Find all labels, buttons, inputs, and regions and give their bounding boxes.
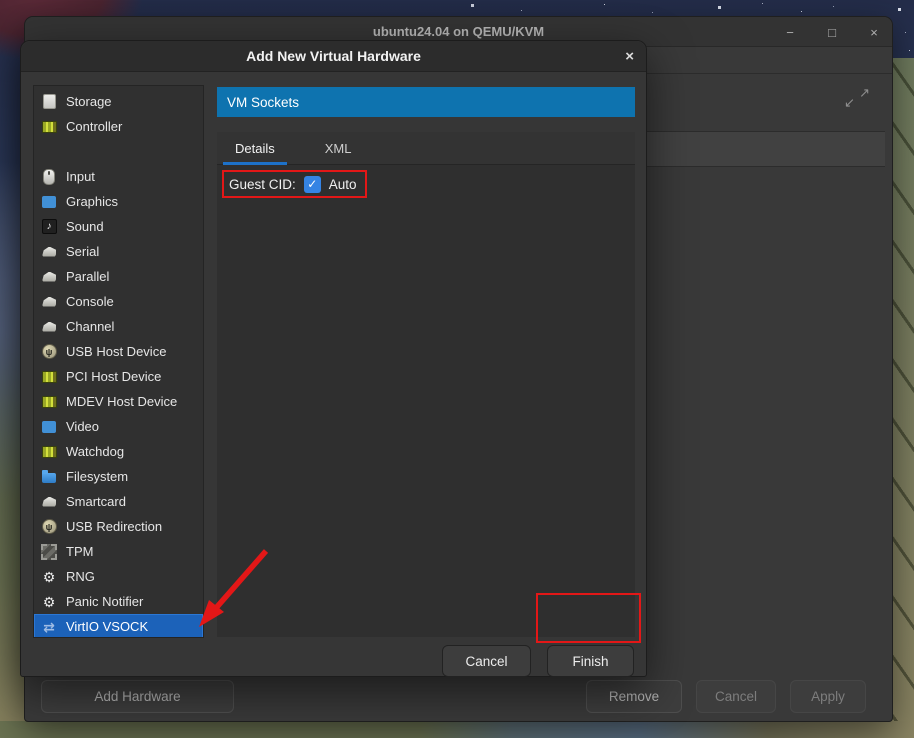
sidebar-item-rng[interactable]: RNG (34, 564, 203, 589)
details-notebook: Details XML Guest CID: ✓ Auto (217, 132, 635, 637)
sound-icon (41, 219, 57, 235)
sidebar-item-input[interactable]: Input (34, 164, 203, 189)
sidebar-item-storage[interactable]: Storage (34, 89, 203, 114)
hardware-type-list: Storage Controller Input (33, 85, 204, 638)
blank-icon (41, 144, 57, 160)
desktop: ubuntu24.04 on QEMU/KVM − □ × ↗ ↙ Add Ha… (0, 0, 914, 738)
sidebar-item-pci-host-device[interactable]: PCI Host Device (34, 364, 203, 389)
annotation-box-guest-cid: Guest CID: ✓ Auto (222, 170, 367, 198)
sidebar-item-virtio-vsock[interactable]: VirtIO VSOCK (34, 614, 203, 638)
printer-icon (41, 319, 57, 335)
sidebar-item-serial[interactable]: Serial (34, 239, 203, 264)
sidebar-item-usb-redirection[interactable]: USB Redirection (34, 514, 203, 539)
arrows-icon (41, 619, 57, 635)
pci-card-icon (41, 394, 57, 410)
sidebar-item-smartcard[interactable]: Smartcard (34, 489, 203, 514)
sidebar-item-graphics[interactable]: Graphics (34, 189, 203, 214)
pci-card-icon (41, 369, 57, 385)
chip-icon (41, 544, 57, 560)
close-icon[interactable]: × (866, 26, 882, 39)
gear-icon (41, 594, 57, 610)
wallpaper-bottom-strip (0, 721, 914, 738)
footer-button-remove[interactable]: Remove (586, 680, 682, 713)
pci-card-icon (41, 119, 57, 135)
sidebar-item-controller[interactable]: Controller (34, 114, 203, 139)
footer-button-add-hardware[interactable]: Add Hardware (41, 680, 234, 713)
monitor-icon (41, 194, 57, 210)
wallpaper-stars (0, 0, 1, 1)
sidebar-item-mdev-host-device[interactable]: MDEV Host Device (34, 389, 203, 414)
sidebar-item-watchdog[interactable]: Watchdog (34, 439, 203, 464)
minimize-icon[interactable]: − (782, 26, 798, 39)
panel-header: VM Sockets (217, 87, 635, 117)
add-hardware-dialog: Add New Virtual Hardware × Storage Contr… (20, 40, 647, 677)
usb-icon (41, 344, 57, 360)
usb-icon (41, 519, 57, 535)
tab-xml[interactable]: XML (319, 132, 358, 165)
gear-icon (41, 569, 57, 585)
tab-bar: Details XML (217, 132, 635, 165)
cancel-button[interactable]: Cancel (442, 645, 531, 677)
footer-button-apply[interactable]: Apply (790, 680, 866, 713)
sidebar-item-parallel[interactable]: Parallel (34, 264, 203, 289)
printer-icon (41, 494, 57, 510)
window-controls: − □ × (782, 17, 882, 47)
sidebar-item-sound[interactable]: Sound (34, 214, 203, 239)
sidebar-item-usb-host-device[interactable]: USB Host Device (34, 339, 203, 364)
tab-details[interactable]: Details (229, 132, 281, 165)
sidebar-item-blank[interactable] (34, 139, 203, 164)
auto-checkbox[interactable]: ✓ (304, 176, 321, 193)
pci-card-icon (41, 444, 57, 460)
window-title: ubuntu24.04 on QEMU/KVM (373, 24, 544, 39)
sidebar-item-filesystem[interactable]: Filesystem (34, 464, 203, 489)
maximize-icon[interactable]: □ (824, 26, 840, 39)
finish-button[interactable]: Finish (547, 645, 634, 677)
monitor-icon (41, 419, 57, 435)
sidebar-item-channel[interactable]: Channel (34, 314, 203, 339)
dialog-title: Add New Virtual Hardware (246, 48, 421, 64)
folder-icon (41, 469, 57, 485)
dialog-titlebar[interactable]: Add New Virtual Hardware × (21, 41, 646, 72)
auto-checkbox-label: Auto (329, 177, 357, 192)
dialog-close-icon[interactable]: × (625, 41, 634, 72)
printer-icon (41, 244, 57, 260)
printer-icon (41, 269, 57, 285)
guest-cid-label: Guest CID: (229, 177, 296, 192)
mouse-icon (41, 169, 57, 185)
printer-icon (41, 294, 57, 310)
sidebar-item-panic-notifier[interactable]: Panic Notifier (34, 589, 203, 614)
vm-window-footer: Add Hardware Remove Cancel Apply (25, 679, 892, 713)
fullscreen-expand-icon[interactable]: ↗ ↙ (844, 85, 870, 111)
sidebar-item-video[interactable]: Video (34, 414, 203, 439)
sidebar-item-tpm[interactable]: TPM (34, 539, 203, 564)
sidebar-item-console[interactable]: Console (34, 289, 203, 314)
disk-icon (41, 94, 57, 110)
footer-button-cancel[interactable]: Cancel (696, 680, 776, 713)
